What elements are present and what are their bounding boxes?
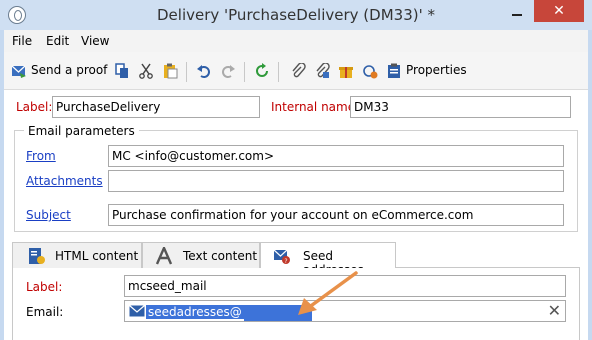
tab-seed-addresses[interactable]: ? Seed addresses [260,242,396,277]
tab-text-content-label: Text content [183,249,258,263]
subject-input[interactable]: Purchase confirmation for your account o… [108,204,564,226]
attachment-icon[interactable] [290,63,306,79]
properties-icon[interactable] [386,63,402,79]
paste-icon[interactable] [162,63,178,79]
annotation-arrow-icon [298,271,358,315]
seed-label-caption: Label: [26,280,63,294]
toolbar-separator [244,62,245,82]
personalization-icon[interactable] [362,63,378,79]
delivery-window: Delivery 'PurchaseDelivery (DM33)' * ✕ F… [0,0,592,340]
html-doc-icon [29,248,45,264]
subject-link[interactable]: Subject [26,208,71,222]
gift-offer-icon[interactable] [338,63,354,79]
seed-email-value: seedadresses@ [146,305,244,319]
title-bar: Delivery 'PurchaseDelivery (DM33)' * ✕ [0,0,592,30]
minimize-button[interactable] [502,0,532,22]
link-attachment-icon[interactable] [314,63,330,79]
properties-button[interactable]: Properties [406,63,467,77]
refresh-icon[interactable] [254,63,270,79]
menu-file[interactable]: File [12,34,32,48]
internal-name-input[interactable]: DM33 [350,96,571,118]
internal-name-caption: Internal name: [271,100,360,114]
seed-envelope-icon: ? [273,249,290,265]
from-link[interactable]: From [26,149,56,163]
email-envelope-icon [129,305,145,317]
undo-icon[interactable] [196,63,212,79]
close-button[interactable]: ✕ [534,0,584,22]
menu-bar: File Edit View [4,30,588,52]
menu-edit[interactable]: Edit [46,34,69,48]
tab-text-content[interactable]: Text content [142,242,260,268]
seed-email-caption: Email: [26,305,64,319]
label-input[interactable]: PurchaseDelivery [52,96,260,118]
toolbar: Send a proof Properties [4,52,588,90]
toolbar-separator [186,62,187,82]
toolbar-separator [278,62,279,82]
send-proof-button[interactable]: Send a proof [31,63,107,77]
clear-icon[interactable]: ✕ [548,302,561,320]
cut-icon[interactable] [138,63,154,79]
attachments-input[interactable] [108,170,564,192]
tab-html-content-label: HTML content [55,249,139,263]
send-proof-icon[interactable] [11,63,27,79]
label-caption: Label: [16,100,53,114]
text-A-icon [155,247,173,265]
email-parameters-title: Email parameters [24,124,139,138]
from-input[interactable]: MC <info@customer.com> [108,145,564,167]
menu-view[interactable]: View [81,34,109,48]
redo-icon[interactable] [220,63,236,79]
attachments-link[interactable]: Attachments [26,174,103,188]
tab-html-content[interactable]: HTML content [12,242,142,268]
copy-icon[interactable] [114,63,130,79]
svg-text:?: ? [284,258,287,265]
